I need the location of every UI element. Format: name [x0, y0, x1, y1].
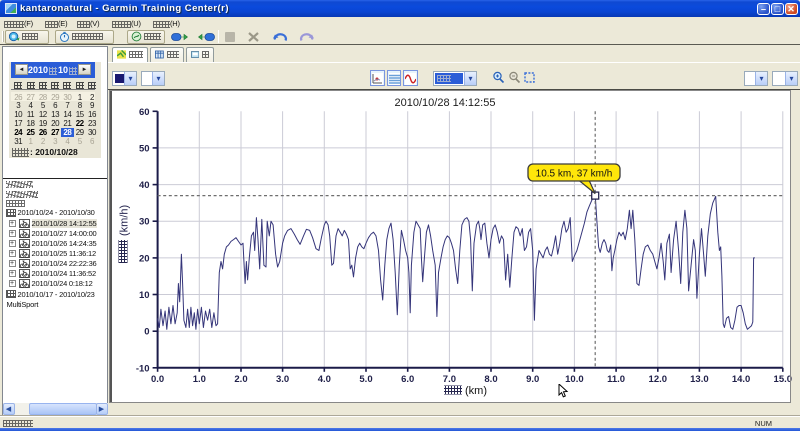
svg-text:13.0: 13.0 — [690, 374, 709, 385]
svg-text:60: 60 — [139, 107, 150, 118]
svg-text:8.0: 8.0 — [484, 374, 497, 385]
svg-text:1.0: 1.0 — [193, 374, 206, 385]
svg-text:2.0: 2.0 — [234, 374, 247, 385]
svg-text:0.0: 0.0 — [151, 374, 164, 385]
svg-text:0: 0 — [144, 327, 149, 338]
svg-text:11.0: 11.0 — [607, 374, 625, 385]
svg-text:50: 50 — [139, 143, 150, 154]
svg-text:7.0: 7.0 — [443, 374, 456, 385]
svg-text:20: 20 — [139, 253, 150, 264]
svg-text:14.0: 14.0 — [732, 374, 751, 385]
svg-text:-10: -10 — [136, 363, 150, 374]
svg-text:30: 30 — [139, 217, 150, 228]
svg-text:15.0: 15.0 — [774, 374, 793, 385]
svg-text:(km): (km) — [465, 385, 487, 397]
svg-text:(km/h): (km/h) — [119, 205, 131, 236]
svg-text:10: 10 — [139, 290, 150, 301]
svg-text:5.0: 5.0 — [359, 374, 372, 385]
svg-text:2010/10/28 14:12:55: 2010/10/28 14:12:55 — [395, 97, 496, 109]
svg-text:10.5 km, 37 km/h: 10.5 km, 37 km/h — [536, 169, 613, 180]
svg-text:12.0: 12.0 — [649, 374, 668, 385]
svg-text:9.0: 9.0 — [526, 374, 539, 385]
svg-text:4.0: 4.0 — [318, 374, 331, 385]
svg-text:40: 40 — [139, 180, 150, 191]
svg-text:3.0: 3.0 — [276, 374, 289, 385]
svg-text:6.0: 6.0 — [401, 374, 414, 385]
